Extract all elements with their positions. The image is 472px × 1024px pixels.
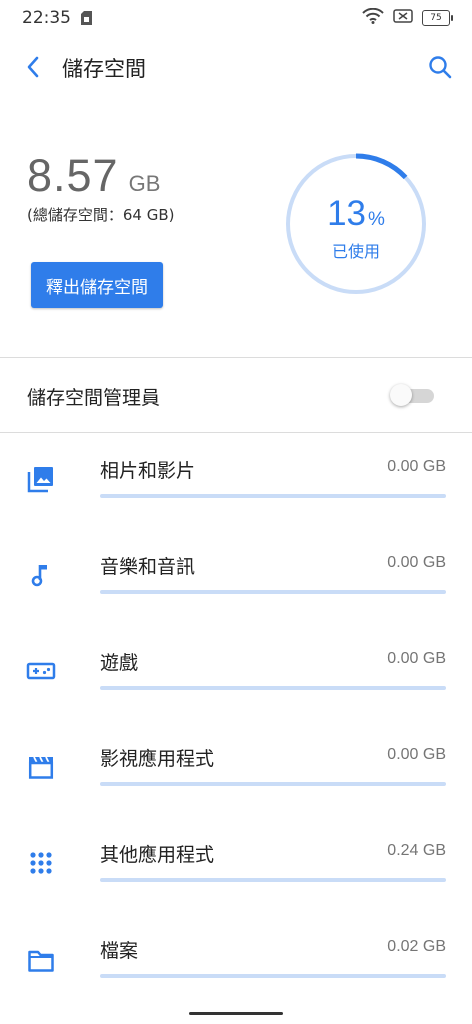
battery-icon: 75 bbox=[422, 10, 453, 26]
category-name: 其他應用程式 bbox=[100, 844, 215, 866]
category-music-audio[interactable]: 音樂和音訊 0.00 GB bbox=[0, 550, 472, 646]
status-bar: 22:35 75 bbox=[0, 0, 472, 36]
storage-manager-toggle[interactable] bbox=[390, 383, 434, 407]
category-games[interactable]: 遊戲 0.00 GB bbox=[0, 646, 472, 742]
page-title: 儲存空間 bbox=[62, 57, 146, 81]
category-size: 0.00 GB bbox=[387, 458, 446, 475]
usage-percent: 13% bbox=[284, 194, 428, 234]
category-usage-bar bbox=[100, 878, 446, 882]
status-icons: 75 bbox=[362, 7, 453, 28]
app-bar: 儲存空間 bbox=[0, 36, 472, 98]
toggle-thumb bbox=[390, 384, 412, 406]
category-movie-apps[interactable]: 影視應用程式 0.00 GB bbox=[0, 742, 472, 838]
status-time: 22:35 bbox=[22, 8, 71, 28]
usage-percent-value: 13 bbox=[327, 194, 367, 233]
category-name: 遊戲 bbox=[100, 652, 139, 674]
usage-percent-label: 已使用 bbox=[331, 242, 380, 261]
used-storage: 8.57 GB bbox=[27, 150, 160, 202]
folder-icon bbox=[26, 946, 56, 976]
total-storage-text: (總儲存空間：64 GB) bbox=[27, 206, 175, 224]
usage-percent-sign: % bbox=[368, 209, 385, 230]
music-note-icon bbox=[26, 560, 56, 590]
home-indicator[interactable] bbox=[189, 1012, 283, 1015]
category-size: 0.00 GB bbox=[387, 554, 446, 571]
used-storage-unit: GB bbox=[128, 171, 161, 196]
storage-manager-row[interactable]: 儲存空間管理員 bbox=[0, 358, 472, 432]
back-button[interactable] bbox=[18, 52, 48, 82]
gamepad-icon bbox=[26, 656, 56, 686]
category-size: 0.24 GB bbox=[387, 842, 446, 859]
category-photos-videos[interactable]: 相片和影片 0.00 GB bbox=[0, 454, 472, 550]
category-usage-bar bbox=[100, 782, 446, 786]
category-usage-bar bbox=[100, 494, 446, 498]
search-button[interactable] bbox=[424, 51, 456, 83]
photo-icon bbox=[26, 464, 56, 494]
category-other-apps[interactable]: 其他應用程式 0.24 GB bbox=[0, 838, 472, 934]
category-name: 相片和影片 bbox=[100, 460, 196, 482]
category-usage-bar bbox=[100, 686, 446, 690]
wifi-icon bbox=[362, 7, 384, 28]
category-size: 0.02 GB bbox=[387, 938, 446, 955]
category-usage-bar bbox=[100, 974, 446, 978]
divider bbox=[0, 432, 472, 433]
sim-card-icon bbox=[81, 10, 92, 29]
no-sim-icon bbox=[393, 8, 413, 28]
storage-screen: 22:35 75 儲存空間 8.57 GB (總儲存空間：64 GB) 釋出儲存… bbox=[0, 0, 472, 1024]
used-storage-value: 8.57 bbox=[27, 150, 119, 201]
storage-manager-label: 儲存空間管理員 bbox=[27, 387, 161, 409]
category-size: 0.00 GB bbox=[387, 746, 446, 763]
category-name: 音樂和音訊 bbox=[100, 556, 196, 578]
apps-grid-icon bbox=[26, 848, 56, 878]
category-size: 0.00 GB bbox=[387, 650, 446, 667]
category-name: 檔案 bbox=[100, 940, 139, 962]
category-name: 影視應用程式 bbox=[100, 748, 215, 770]
chevron-left-icon bbox=[27, 56, 39, 78]
search-icon bbox=[429, 56, 452, 79]
movie-icon bbox=[26, 752, 56, 782]
category-usage-bar bbox=[100, 590, 446, 594]
category-files[interactable]: 檔案 0.02 GB bbox=[0, 934, 472, 1024]
free-up-space-button[interactable]: 釋出儲存空間 bbox=[31, 262, 163, 308]
